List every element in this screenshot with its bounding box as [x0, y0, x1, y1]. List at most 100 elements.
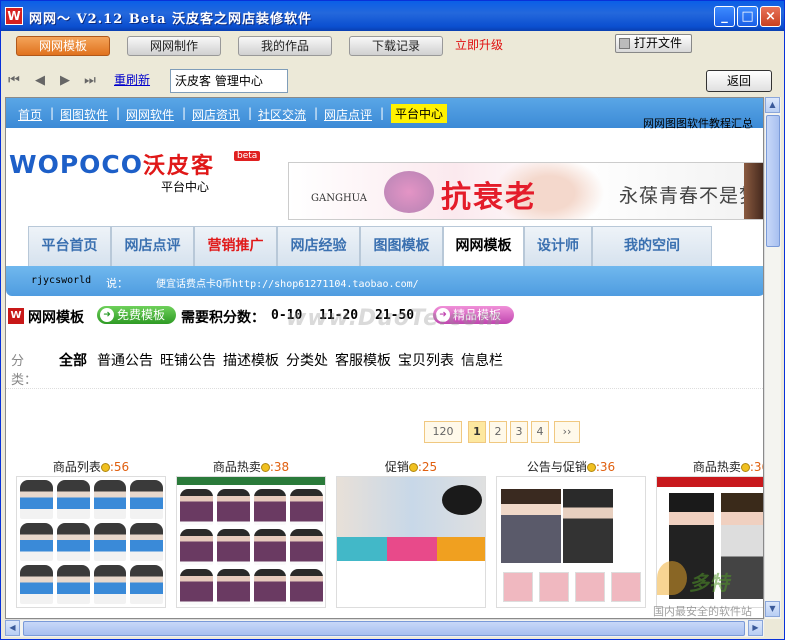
horizontal-scrollbar[interactable]: ◀ ▶ [5, 619, 764, 637]
module-title: 网网模板 [28, 310, 84, 326]
forward-arrow-icon[interactable]: ▶ [58, 73, 72, 89]
logo-latin: WOPOCO [9, 150, 144, 179]
page-2[interactable]: 2 [489, 421, 507, 443]
refresh-link[interactable]: 重刷新 [114, 71, 150, 88]
vertical-scrollbar[interactable]: ▲ ▼ [764, 97, 781, 619]
template-caption: 公告与促销:36 [526, 460, 616, 474]
template-thumbnail[interactable] [176, 476, 326, 608]
points-required-label: 需要积分数： [181, 310, 265, 326]
scroll-right-icon[interactable]: ▶ [748, 620, 763, 636]
vertical-scroll-thumb[interactable] [766, 115, 780, 247]
message-text[interactable]: 便宜话费点卡Q币http://shop61271104.taobao.com/ [156, 275, 419, 290]
banner-brand: GANGHUA [311, 193, 368, 204]
scroll-up-icon[interactable]: ▲ [765, 97, 780, 113]
nav-link-community[interactable]: 社区交流 [258, 106, 306, 123]
first-page-icon[interactable]: ⏮ [7, 73, 21, 89]
message-user[interactable]: rjycsworld [31, 275, 91, 286]
tab-my-works[interactable]: 我的作品 [238, 36, 332, 56]
category-all[interactable]: 全部 [59, 350, 87, 370]
watermark-name: 多特 [689, 571, 729, 595]
category-service[interactable]: 客服模板 [335, 350, 391, 370]
maximize-button[interactable]: □ [737, 6, 758, 27]
tab-platform-home[interactable]: 平台首页 [28, 226, 111, 266]
page-1[interactable]: 1 [468, 421, 486, 443]
category-item-list[interactable]: 宝贝列表 [398, 350, 454, 370]
horizontal-scroll-thumb[interactable] [23, 621, 745, 636]
back-button[interactable]: 返回 [706, 70, 772, 92]
logo-chinese: 沃皮客 [143, 154, 216, 179]
coin-icon [100, 463, 110, 472]
template-thumbnail[interactable] [336, 476, 486, 608]
page-4[interactable]: 4 [531, 421, 549, 443]
tab-shop-experience[interactable]: 网店经验 [277, 226, 360, 266]
category-info-bar[interactable]: 信息栏 [461, 350, 503, 370]
site-watermark-logo: 多特 国内最安全的软件站 [651, 561, 771, 618]
template-caption: 商品热卖:38 [212, 460, 290, 474]
minimize-button[interactable]: _ [714, 6, 735, 27]
tab-wangwang-make[interactable]: 网网制作 [127, 36, 221, 56]
app-icon: W [5, 7, 23, 25]
tab-my-space[interactable]: 我的空间 [592, 226, 712, 266]
banner-photo [744, 163, 763, 219]
arrow-icon: ➜ [100, 308, 114, 322]
close-button[interactable]: × [760, 6, 781, 27]
category-shop-notice[interactable]: 旺铺公告 [160, 350, 216, 370]
template-thumbnail[interactable] [496, 476, 646, 608]
site-top-nav: 首页 | 图图软件 | 网网软件 | 网店资讯 | 社区交流 | 网店点评 | … [6, 98, 763, 131]
template-caption: 商品热卖:36 [692, 460, 763, 474]
folder-icon [619, 38, 630, 49]
app-window: W 网网～ V2.12 Beta 沃皮客之网店装修软件 _ □ × 网网模板 网… [0, 0, 785, 640]
last-page-icon[interactable]: ⏭ [83, 73, 97, 89]
category-description[interactable]: 描述模板 [223, 350, 279, 370]
tab-tutu-templates[interactable]: 图图模板 [360, 226, 443, 266]
address-field[interactable]: 沃皮客 管理中心 [170, 69, 288, 93]
back-arrow-icon[interactable]: ◀ [33, 73, 47, 89]
page-total: 120 [424, 421, 462, 443]
coin-icon [260, 463, 270, 472]
tab-marketing[interactable]: 营销推广 [194, 226, 277, 266]
tab-wangwang-templates-site[interactable]: 网网模板 [443, 226, 524, 266]
template-caption: 促销:25 [384, 460, 438, 474]
title-bar[interactable]: W 网网～ V2.12 Beta 沃皮客之网店装修软件 _ □ × [1, 1, 784, 31]
page-3[interactable]: 3 [510, 421, 528, 443]
category-label: 分类： [11, 354, 38, 388]
upgrade-link[interactable]: 立即升级 [455, 36, 503, 54]
coin-icon [586, 463, 596, 472]
tab-wangwang-templates[interactable]: 网网模板 [16, 36, 110, 56]
scroll-left-icon[interactable]: ◀ [5, 620, 20, 636]
coin-icon [408, 463, 418, 472]
next-page-button[interactable]: ›› [554, 421, 580, 443]
nav-link-news[interactable]: 网店资讯 [192, 106, 240, 123]
tutorial-link[interactable]: 网网图图软件教程汇总 [643, 115, 753, 131]
nav-link-home[interactable]: 首页 [18, 106, 42, 123]
banner-headline: 抗衰老 [441, 180, 537, 215]
beta-badge: beta [234, 151, 261, 161]
tab-download-history[interactable]: 下载记录 [349, 36, 443, 56]
nav-link-tutu[interactable]: 图图软件 [60, 106, 108, 123]
nav-link-platform-center[interactable]: 平台中心 [391, 104, 448, 123]
feather-graphic [384, 171, 434, 213]
ad-banner[interactable]: GANGHUA 抗衰老 永葆青春不是梦 [288, 162, 763, 220]
site-logo[interactable]: WOPOCO沃皮客 [9, 148, 215, 180]
open-file-button[interactable]: 打开文件 [615, 34, 692, 53]
coin-icon [740, 463, 750, 472]
tab-shop-review[interactable]: 网店点评 [111, 226, 194, 266]
message-say: 说： [106, 277, 128, 290]
leaf-icon [657, 561, 687, 595]
category-notice[interactable]: 普通公告 [97, 350, 153, 370]
watermark-sub: 国内最安全的软件站 [653, 605, 752, 618]
nav-link-wangwang[interactable]: 网网软件 [126, 106, 174, 123]
free-templates-button[interactable]: ➜ 免费模板 [97, 306, 176, 324]
template-caption: 商品列表:56 [52, 460, 130, 474]
platform-label: 平台中心 [161, 180, 210, 194]
message-bar: rjycsworld 说： 便宜话费点卡Q币http://shop6127110… [6, 266, 763, 296]
window-title: 网网～ V2.12 Beta 沃皮客之网店装修软件 [29, 12, 313, 27]
tab-designer[interactable]: 设计师 [524, 226, 592, 266]
banner-slogan: 永葆青春不是梦 [619, 185, 760, 207]
open-file-label: 打开文件 [634, 36, 683, 50]
wangwang-icon: W [8, 308, 24, 324]
template-thumbnail[interactable] [16, 476, 166, 608]
nav-link-reviews[interactable]: 网店点评 [324, 106, 372, 123]
category-classification[interactable]: 分类处 [286, 350, 328, 370]
watermark-text: www.DuoTe.com [286, 306, 503, 331]
